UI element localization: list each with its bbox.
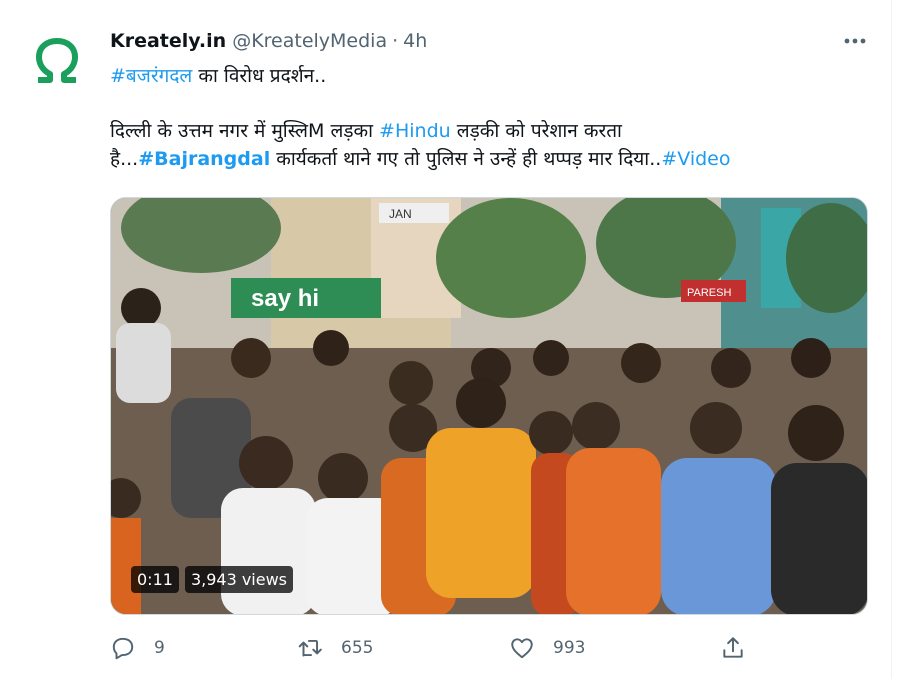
reply-icon	[112, 637, 134, 660]
text-segment: दिल्ली के उत्तम नगर में मुस्लिM लड़का	[110, 120, 380, 142]
retweet-icon	[298, 639, 322, 657]
hashtag-bajrangdal[interactable]: #Bajrangdal	[138, 148, 270, 170]
text-segment: कार्यकर्ता थाने गए तो पुलिस ने उन्हें ही…	[270, 148, 662, 170]
reply-count: 9	[154, 638, 165, 658]
share-button[interactable]	[720, 632, 746, 664]
video-frame: say hi JAN PARESH	[111, 198, 867, 614]
text-segment: है...	[110, 148, 139, 170]
author-handle[interactable]: @KreatelyMedia	[232, 30, 387, 52]
tweet-line-2: दिल्ली के उत्तम नगर में मुस्लिM लड़का #H…	[110, 117, 870, 145]
video-duration: 0:11	[131, 566, 179, 593]
hashtag-video[interactable]: #Video	[661, 148, 730, 170]
like-button[interactable]: 993	[509, 632, 585, 664]
tweet-card[interactable]: Kreately.in @KreatelyMedia · 4h #बजरंगदल…	[0, 0, 892, 679]
like-count: 993	[553, 638, 586, 658]
sign-jan: JAN	[389, 207, 412, 221]
text-segment: का विरोध प्रदर्शन..	[192, 65, 327, 87]
tweet-line-3: है...#Bajrangdal कार्यकर्ता थाने गए तो प…	[110, 145, 870, 173]
video-overlay: 0:11 3,943 views	[131, 566, 294, 593]
text-segment: लड़की को परेशान करता	[450, 120, 622, 142]
sign-say-hi: say hi	[251, 285, 319, 312]
tweet-header: Kreately.in @KreatelyMedia · 4h	[110, 30, 427, 52]
video-player[interactable]: say hi JAN PARESH 0:11 3,943 views	[110, 197, 868, 615]
author-name[interactable]: Kreately.in	[110, 30, 226, 52]
tweet-line-1: #बजरंगदल का विरोध प्रदर्शन..	[110, 62, 870, 90]
avatar[interactable]	[28, 32, 86, 90]
tweet-text: #बजरंगदल का विरोध प्रदर्शन.. दिल्ली के उ…	[110, 62, 870, 173]
like-icon	[511, 638, 533, 659]
omega-avatar-icon	[36, 38, 78, 83]
hashtag-hindu[interactable]: #Hindu	[379, 120, 451, 142]
video-views: 3,943 views	[184, 566, 294, 593]
separator: ·	[392, 30, 399, 52]
timestamp[interactable]: 4h	[403, 30, 427, 52]
share-icon	[723, 637, 743, 658]
sign-paresh: PARESH	[687, 287, 731, 299]
retweet-button[interactable]: 655	[297, 632, 373, 664]
hashtag-bajrangdal-hindi[interactable]: #बजरंगदल	[110, 65, 192, 87]
retweet-count: 655	[341, 638, 374, 658]
reply-button[interactable]: 9	[110, 632, 165, 664]
more-button[interactable]	[838, 28, 872, 54]
more-icon	[844, 38, 866, 44]
